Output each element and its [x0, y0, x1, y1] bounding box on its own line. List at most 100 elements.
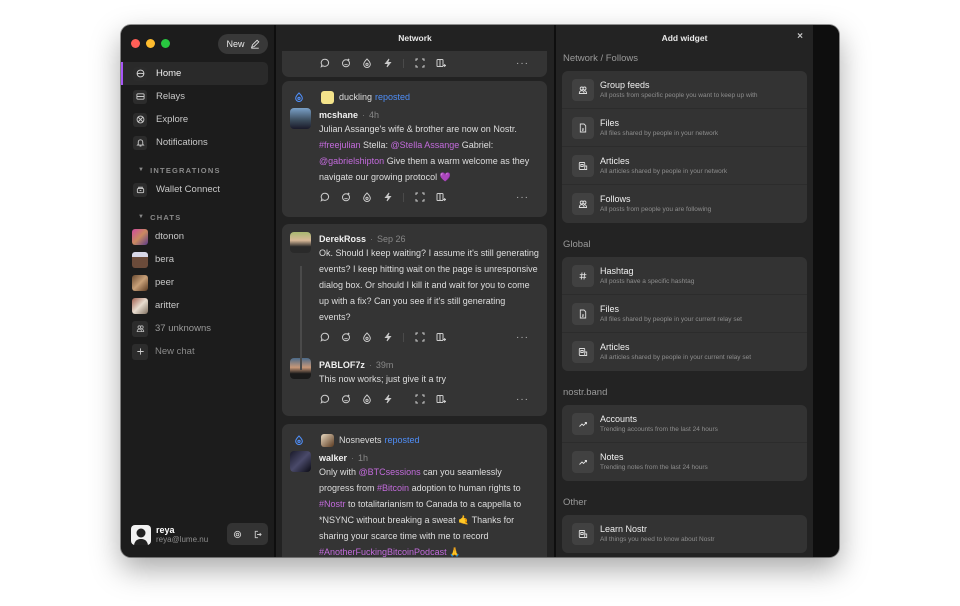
minimize-window-button[interactable]	[146, 39, 155, 48]
more-options-button[interactable]: ···	[516, 192, 529, 203]
more-options-button[interactable]: ···	[516, 394, 529, 405]
reply-icon[interactable]	[319, 332, 330, 343]
group-icon	[572, 78, 594, 101]
user-actions	[227, 523, 268, 545]
widget-item[interactable]: Follows All posts from people you are fol…	[562, 185, 807, 223]
widget-item[interactable]: Hashtag All posts have a specific hashtag	[562, 257, 807, 295]
widget-item[interactable]: Learn Nostr All things you need to know a…	[562, 515, 807, 553]
add-column-icon[interactable]	[435, 394, 446, 405]
chat-item-aritter[interactable]: aritter	[121, 294, 268, 317]
author-name[interactable]: DerekRoss	[319, 234, 366, 244]
expand-icon[interactable]	[414, 192, 425, 203]
author-name[interactable]: PABLOF7z	[319, 360, 365, 370]
author-name[interactable]: mcshane	[319, 110, 358, 120]
post-link[interactable]: #AnotherFuckingBitcoinPodcast	[319, 547, 447, 557]
post-content: Only with @BTCsessions can you seamlessl…	[319, 464, 539, 557]
widget-item[interactable]: Files All files shared by people in your …	[562, 295, 807, 333]
more-options-button[interactable]: ···	[516, 332, 529, 343]
post-link[interactable]: #freejulian	[319, 140, 361, 150]
zap-icon[interactable]	[382, 394, 393, 405]
zap-icon[interactable]	[382, 58, 393, 69]
close-window-button[interactable]	[131, 39, 140, 48]
post-link[interactable]: @Stella Assange	[391, 140, 460, 150]
widget-description: Trending notes from the last 24 hours	[600, 464, 708, 471]
avatar[interactable]	[290, 232, 311, 253]
reaction-icon[interactable]	[340, 192, 351, 203]
repost-icon[interactable]	[361, 58, 372, 69]
repost-icon[interactable]	[361, 332, 372, 343]
collapse-triangle-icon: ▼	[138, 214, 146, 220]
file-icon	[572, 302, 594, 325]
sidebar-item-label: Home	[156, 68, 182, 79]
sidebar-item-notifications[interactable]: Notifications	[121, 131, 268, 154]
trending-icon	[572, 451, 594, 473]
user-avatar[interactable]	[131, 525, 151, 545]
post-link[interactable]: #Bitcoin	[377, 483, 409, 493]
sidebar-item-explore[interactable]: Explore	[121, 108, 268, 131]
add-column-icon[interactable]	[435, 58, 446, 69]
feed[interactable]: ··· duckling reposted mcshane · 4h Julian …	[276, 51, 554, 557]
chat-item-peer[interactable]: peer	[121, 271, 268, 294]
reply-icon[interactable]	[319, 394, 330, 405]
column-title: Network	[398, 33, 432, 43]
widget-title: Hashtag	[600, 265, 634, 276]
reply-icon[interactable]	[319, 58, 330, 69]
chats-header[interactable]: ▼ CHATS	[121, 209, 274, 225]
expand-icon[interactable]	[414, 58, 425, 69]
avatar[interactable]	[290, 108, 311, 129]
widget-description: All files shared by people in your netwo…	[600, 129, 719, 137]
zap-icon[interactable]	[382, 332, 393, 343]
widget-title: Learn Nostr	[600, 524, 648, 534]
reaction-icon[interactable]	[340, 332, 351, 343]
repost-header: Nosnevets reposted	[282, 432, 547, 448]
widget-item[interactable]: Group feeds All posts from specific peopl…	[562, 71, 807, 109]
zap-icon[interactable]	[382, 192, 393, 203]
avatar	[321, 90, 334, 104]
user-name: reya	[156, 525, 175, 535]
widget-description: All posts from specific people you want …	[600, 91, 758, 99]
expand-icon[interactable]	[414, 394, 425, 405]
logout-button[interactable]	[248, 523, 269, 545]
reposter-name[interactable]: Nosnevets	[339, 435, 382, 445]
repost-icon[interactable]	[361, 394, 372, 405]
expand-icon[interactable]	[414, 332, 425, 343]
integrations-header[interactable]: ▼ INTEGRATIONS	[121, 162, 274, 178]
repost-icon[interactable]	[361, 192, 372, 203]
post-link[interactable]: @gabrielshipton	[319, 156, 384, 166]
widget-item[interactable]: Articles All articles shared by people in…	[562, 333, 807, 371]
widget-list[interactable]: Network / Follows Group feeds All posts fr…	[556, 51, 813, 557]
settings-button[interactable]	[227, 523, 248, 545]
widget-item[interactable]: Notes Trending notes from the last 24 hou…	[562, 443, 807, 481]
new-post-button[interactable]: New	[218, 34, 268, 54]
trending-icon	[572, 412, 594, 435]
new-chat-button[interactable]: New chat	[121, 340, 268, 363]
widget-item[interactable]: Articles All articles shared by people in…	[562, 147, 807, 185]
widget-item[interactable]: Accounts Trending accounts from the last …	[562, 405, 807, 443]
post-link[interactable]: #Nostr	[319, 499, 346, 509]
chat-item-unknowns[interactable]: 37 unknowns	[121, 317, 268, 340]
author-name[interactable]: walker	[319, 453, 347, 463]
post-text: Stella:	[360, 140, 391, 150]
chat-item-bera[interactable]: bera	[121, 248, 268, 271]
avatar[interactable]	[290, 451, 311, 472]
sidebar-item-label: Relays	[156, 91, 186, 102]
add-column-icon[interactable]	[435, 332, 446, 343]
zoom-window-button[interactable]	[161, 39, 170, 48]
sidebar-item-wallet-connect[interactable]: Wallet Connect	[121, 178, 268, 201]
reply-icon[interactable]	[319, 192, 330, 203]
reposter-name[interactable]: duckling	[339, 92, 372, 102]
add-column-icon[interactable]	[435, 192, 446, 203]
sidebar-item-home[interactable]: Home	[121, 62, 268, 85]
chat-item-dtonon[interactable]: dtonon	[121, 225, 268, 248]
sidebar-item-relays[interactable]: Relays	[121, 85, 268, 108]
reaction-icon[interactable]	[340, 394, 351, 405]
home-icon	[133, 66, 147, 81]
user-email: reya@lume.nu	[156, 535, 209, 544]
reaction-icon[interactable]	[340, 58, 351, 69]
widget-item[interactable]: Files All files shared by people in your …	[562, 109, 807, 147]
repost-header: duckling reposted	[282, 89, 547, 105]
post-link[interactable]: @BTCsessions	[359, 467, 421, 477]
post-card: DerekRoss · Sep 26 Ok. Should I keep waiti…	[282, 224, 547, 416]
more-options-button[interactable]: ···	[516, 58, 529, 69]
close-icon[interactable]: ×	[797, 32, 803, 42]
